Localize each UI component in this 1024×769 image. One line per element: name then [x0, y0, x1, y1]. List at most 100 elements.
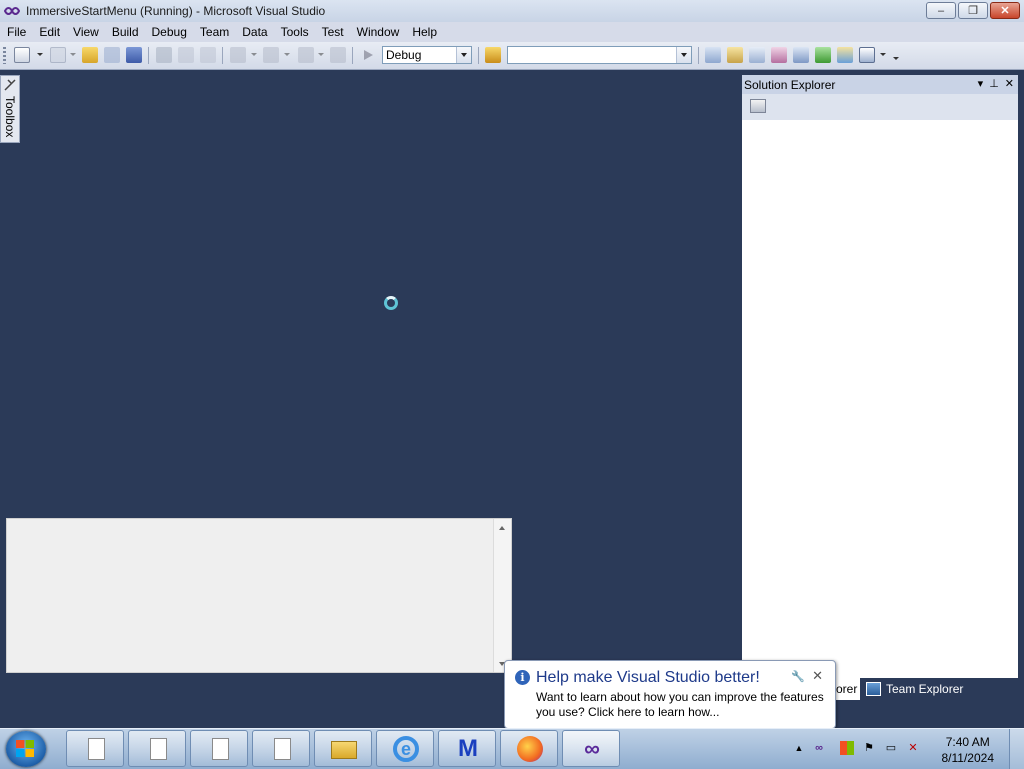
menu-window[interactable]: Window — [350, 22, 406, 42]
undo-dropdown-icon[interactable] — [251, 53, 257, 56]
redo-dropdown-icon[interactable] — [284, 53, 290, 56]
clock[interactable]: 7:40 AM 8/11/2024 — [942, 734, 995, 766]
document-icon — [88, 738, 105, 760]
tools-icon[interactable] — [793, 47, 809, 63]
taskbar-app-document-4[interactable] — [252, 730, 310, 767]
taskbar-app-document-2[interactable] — [128, 730, 186, 767]
close-icon[interactable]: ✕ — [1005, 77, 1014, 90]
taskbar: e M ∞ ▲ ∞ ⚑ ▭ ✕ 7:40 AM 8/11/2024 — [0, 728, 1024, 769]
solution-explorer-icon[interactable] — [705, 47, 721, 63]
find-in-files-icon[interactable] — [485, 47, 501, 63]
add-item-icon[interactable] — [50, 47, 66, 63]
show-desktop-button[interactable] — [1009, 729, 1024, 769]
feedback-notification-balloon[interactable]: i Help make Visual Studio better! Want t… — [504, 660, 836, 737]
navigate-backward-icon[interactable] — [298, 47, 314, 63]
paste-icon[interactable] — [200, 47, 216, 63]
taskbar-app-document-3[interactable] — [190, 730, 248, 767]
menu-debug[interactable]: Debug — [145, 22, 193, 42]
menu-bar: File Edit View Build Debug Team Data Too… — [0, 22, 1024, 42]
settings-wrench-icon[interactable]: 🔧 — [791, 670, 805, 683]
toolbar-separator — [698, 47, 699, 64]
taskbar-app-malwarebytes[interactable]: M — [438, 730, 496, 767]
toolbox-window-icon[interactable] — [771, 47, 787, 63]
volume-muted-icon[interactable]: ✕ — [906, 741, 920, 755]
chevron-down-icon[interactable] — [676, 47, 691, 63]
find-combo[interactable] — [507, 46, 692, 64]
title-bar: ImmersiveStartMenu (Running) - Microsoft… — [0, 0, 1024, 23]
menu-edit[interactable]: Edit — [32, 22, 66, 42]
open-folder-icon[interactable] — [82, 47, 98, 63]
start-page-icon[interactable] — [815, 47, 831, 63]
window-position-dropdown-icon[interactable]: ▾ — [978, 77, 984, 90]
toolbar-separator — [478, 47, 479, 64]
menu-build[interactable]: Build — [105, 22, 145, 42]
action-center-flag-icon[interactable]: ⚑ — [862, 741, 876, 755]
minimize-button[interactable]: – — [926, 2, 956, 19]
redo-icon[interactable] — [263, 47, 279, 63]
network-icon[interactable]: ▭ — [884, 741, 898, 755]
taskbar-app-file-explorer[interactable] — [314, 730, 372, 767]
chevron-down-icon[interactable] — [456, 47, 471, 63]
menu-test[interactable]: Test — [315, 22, 350, 42]
new-project-icon[interactable] — [14, 47, 30, 63]
menu-data[interactable]: Data — [235, 22, 273, 42]
window-controls: – ❐ ✕ — [926, 2, 1020, 19]
menu-file[interactable]: File — [0, 22, 32, 42]
document-icon — [150, 738, 167, 760]
toolbar-overflow-icon[interactable] — [893, 57, 899, 60]
standard-toolbar: Debug — [0, 42, 1024, 70]
undo-icon[interactable] — [230, 47, 246, 63]
vertical-scrollbar[interactable] — [493, 519, 511, 672]
close-icon[interactable]: ✕ — [812, 668, 823, 684]
solution-explorer-header-buttons: ▾ ⊥ ✕ — [978, 77, 1014, 90]
add-item-dropdown-icon[interactable] — [70, 53, 76, 56]
show-hidden-icons-icon[interactable]: ▲ — [792, 741, 806, 755]
balloon-title[interactable]: Help make Visual Studio better! — [536, 669, 760, 687]
properties-window-icon[interactable] — [727, 47, 743, 63]
toolbar-grip[interactable] — [3, 47, 6, 64]
document-icon — [274, 738, 291, 760]
solution-configuration-combo[interactable]: Debug — [382, 46, 472, 64]
start-debugging-icon[interactable] — [360, 47, 376, 63]
toolbar-separator — [148, 47, 149, 64]
save-all-icon[interactable] — [126, 47, 142, 63]
restore-button[interactable]: ❐ — [958, 2, 988, 19]
visual-studio-icon: ∞ — [584, 736, 600, 761]
taskbar-app-document-1[interactable] — [66, 730, 124, 767]
object-browser-icon[interactable] — [749, 47, 765, 63]
start-button[interactable] — [6, 731, 46, 767]
menu-help[interactable]: Help — [405, 22, 443, 42]
toolbox-tab[interactable]: Toolbox — [0, 75, 20, 143]
properties-icon[interactable] — [750, 99, 766, 113]
command-window-dropdown-icon[interactable] — [880, 53, 886, 56]
navigate-dropdown-icon[interactable] — [318, 53, 324, 56]
tab-team-explorer-label: Team Explorer — [886, 682, 964, 696]
windows-flag-icon[interactable] — [840, 741, 854, 755]
visual-studio-tray-icon[interactable]: ∞ — [812, 741, 826, 755]
new-project-dropdown-icon[interactable] — [37, 53, 43, 56]
taskbar-app-internet-explorer[interactable]: e — [376, 730, 434, 767]
solution-explorer-panel: Solution Explorer ▾ ⊥ ✕ — [742, 75, 1018, 678]
cut-icon[interactable] — [156, 47, 172, 63]
taskbar-app-visual-studio[interactable]: ∞ — [562, 730, 620, 767]
toolbox-label: Toolbox — [3, 96, 17, 138]
class-view-icon[interactable] — [837, 47, 853, 63]
menu-tools[interactable]: Tools — [274, 22, 315, 42]
taskbar-app-firefox[interactable] — [500, 730, 558, 767]
navigate-forward-icon[interactable] — [330, 47, 346, 63]
menu-team[interactable]: Team — [193, 22, 235, 42]
team-explorer-icon — [866, 682, 881, 696]
solution-configuration-value: Debug — [386, 48, 422, 62]
auto-hide-pin-icon[interactable]: ⊥ — [989, 77, 999, 90]
tab-team-explorer[interactable]: Team Explorer — [864, 678, 963, 700]
document-icon — [212, 738, 229, 760]
balloon-body[interactable]: Want to learn about how you can improve … — [536, 690, 831, 720]
tab-solution-explorer-label: orer — [836, 682, 858, 696]
solution-explorer-header: Solution Explorer ▾ ⊥ ✕ — [742, 75, 1018, 94]
menu-view[interactable]: View — [66, 22, 105, 42]
close-button[interactable]: ✕ — [990, 2, 1020, 19]
copy-icon[interactable] — [178, 47, 194, 63]
save-icon[interactable] — [104, 47, 120, 63]
toolbox-icon — [4, 79, 16, 91]
command-window-icon[interactable] — [859, 47, 875, 63]
